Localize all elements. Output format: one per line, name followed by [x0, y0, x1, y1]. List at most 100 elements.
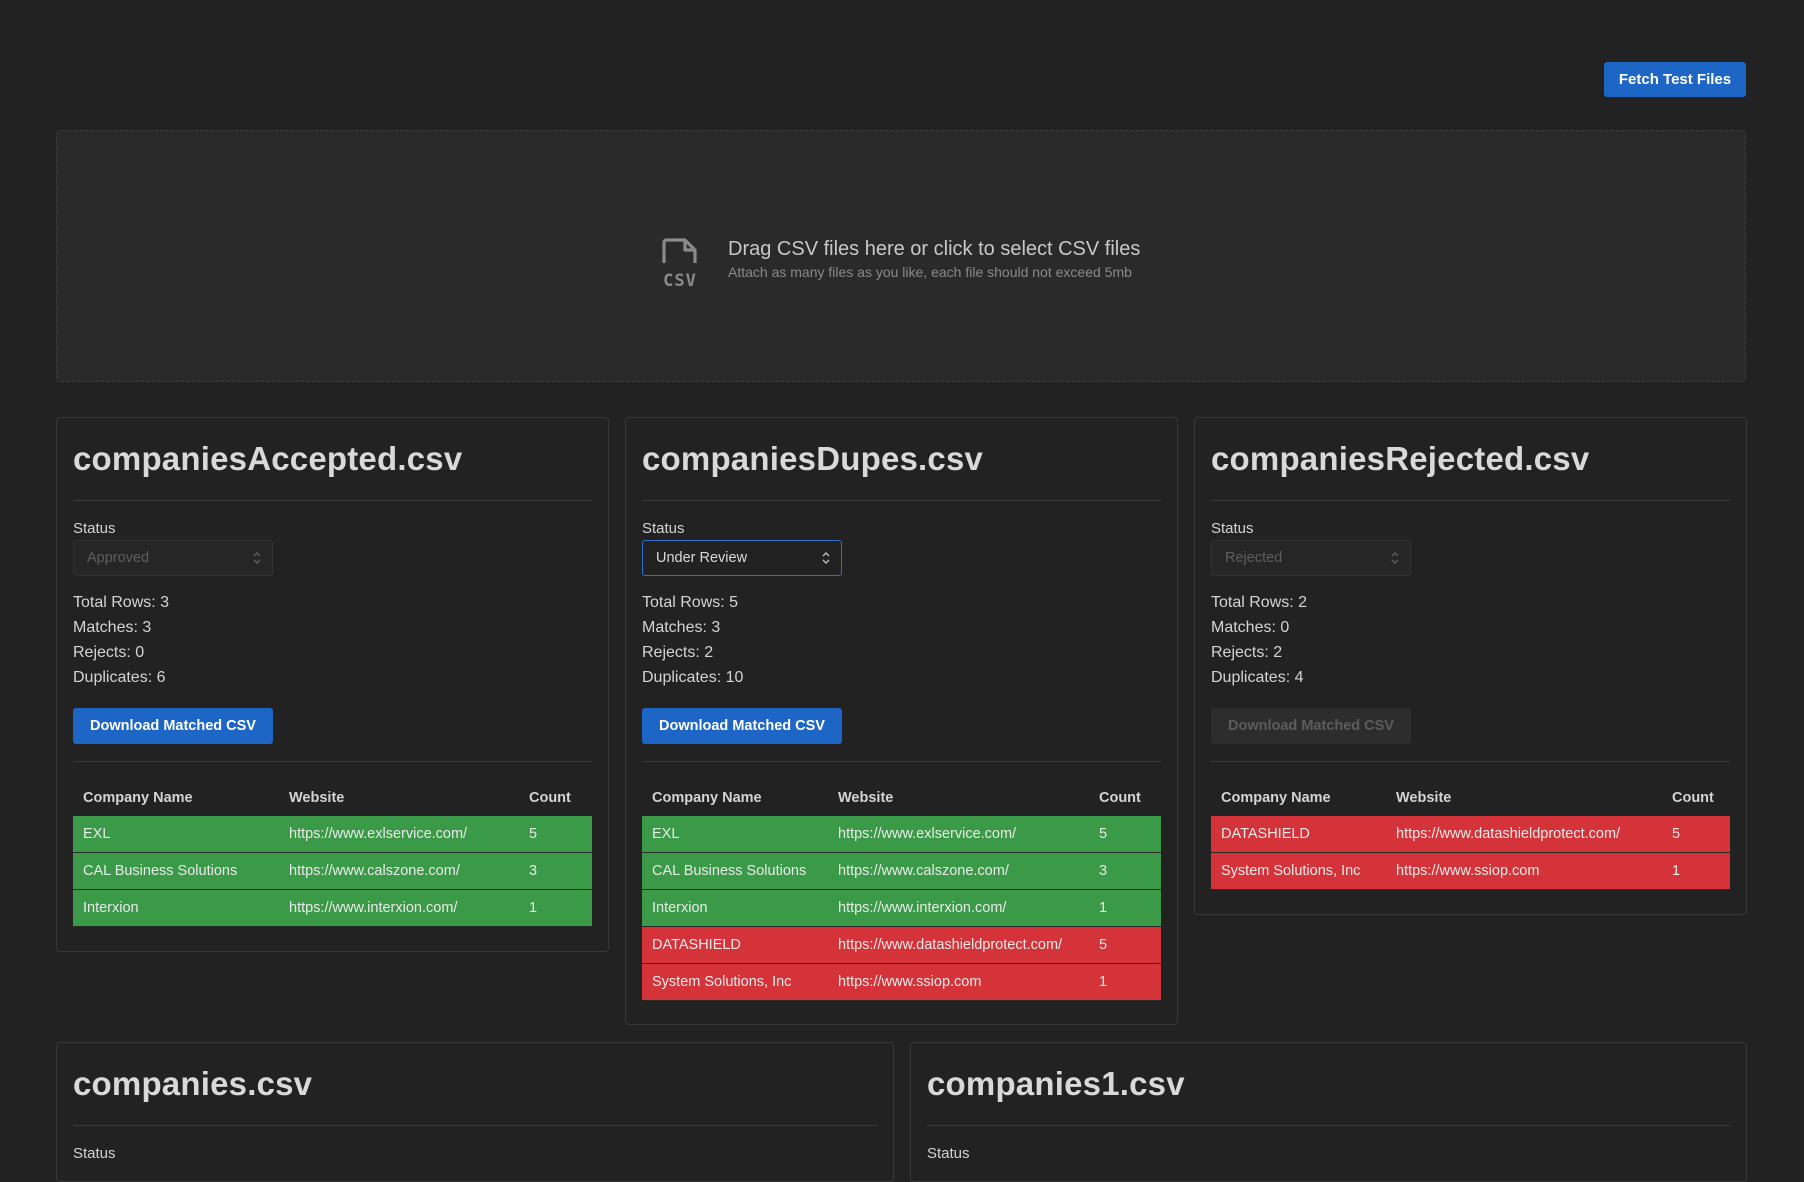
cell-company: Interxion — [642, 889, 828, 927]
file-card-companies-dupes: companiesDupes.csv Status Under Review T… — [625, 417, 1178, 1025]
cell-company: CAL Business Solutions — [73, 852, 279, 890]
divider — [73, 761, 592, 762]
cell-company: EXL — [642, 816, 828, 853]
download-matched-csv-button[interactable]: Download Matched CSV — [73, 708, 273, 744]
divider — [642, 500, 1161, 501]
table-row: System Solutions, Inc https://www.ssiop.… — [1211, 852, 1730, 890]
status-select[interactable]: Under Review — [642, 540, 842, 576]
column-header-website: Website — [1396, 790, 1452, 806]
divider — [73, 1125, 877, 1126]
csv-file-icon: CSV — [662, 238, 697, 289]
cell-website: https://www.exlservice.com/ — [828, 816, 1089, 853]
file-title: companiesDupes.csv — [642, 440, 984, 477]
cell-website: https://www.exlservice.com/ — [279, 816, 519, 853]
stat-rejects: Rejects: 2 — [642, 644, 714, 661]
companies-table: Company Name Website Count DATASHIELD ht… — [1211, 780, 1730, 890]
cell-website: https://www.ssiop.com — [828, 963, 1089, 1001]
table-row: CAL Business Solutions https://www.calsz… — [642, 852, 1161, 890]
column-header-website: Website — [838, 790, 894, 806]
cell-website: https://www.ssiop.com — [1386, 852, 1662, 890]
divider — [927, 1125, 1730, 1126]
status-label: Status — [1211, 520, 1254, 537]
download-matched-csv-button[interactable]: Download Matched CSV — [642, 708, 842, 744]
column-header-count: Count — [529, 790, 571, 806]
file-stats: Total Rows: 5 Matches: 3 Rejects: 2 Dupl… — [642, 590, 743, 690]
cell-count: 3 — [519, 852, 592, 890]
cell-count: 5 — [1089, 816, 1161, 853]
cell-company: CAL Business Solutions — [642, 852, 828, 890]
column-header-count: Count — [1672, 790, 1714, 806]
column-header-count: Count — [1099, 790, 1141, 806]
file-title: companiesAccepted.csv — [73, 440, 463, 477]
status-value: Rejected — [1225, 550, 1283, 566]
divider — [642, 761, 1161, 762]
chevron-up-down-icon — [253, 552, 261, 564]
cell-count: 5 — [519, 816, 592, 853]
table-row: System Solutions, Inc https://www.ssiop.… — [642, 963, 1161, 1001]
cell-website: https://www.datashieldprotect.com/ — [828, 926, 1089, 964]
column-header-company: Company Name — [1221, 790, 1331, 806]
cell-website: https://www.calszone.com/ — [828, 852, 1089, 890]
file-card-companies: companies.csv Status — [56, 1042, 894, 1182]
cell-count: 3 — [1089, 852, 1161, 890]
stat-duplicates: Duplicates: 6 — [73, 669, 166, 686]
cell-company: DATASHIELD — [1211, 816, 1386, 853]
table-row: EXL https://www.exlservice.com/ 5 — [73, 816, 592, 853]
cell-company: Interxion — [73, 889, 279, 927]
cell-website: https://www.calszone.com/ — [279, 852, 519, 890]
chevron-up-down-icon — [1391, 552, 1399, 564]
table-header-row: Company Name Website Count — [1211, 780, 1730, 816]
cell-company: EXL — [73, 816, 279, 853]
cell-count: 5 — [1662, 816, 1730, 853]
status-select[interactable]: Rejected — [1211, 540, 1411, 576]
csv-dropzone[interactable]: CSV Drag CSV files here or click to sele… — [56, 130, 1746, 382]
cell-company: DATASHIELD — [642, 926, 828, 964]
file-title: companiesRejected.csv — [1211, 440, 1590, 477]
column-header-website: Website — [289, 790, 345, 806]
dropzone-content: CSV Drag CSV files here or click to sele… — [657, 235, 1140, 289]
status-label: Status — [927, 1145, 970, 1162]
cell-count: 1 — [1089, 963, 1161, 1001]
cell-website: https://www.interxion.com/ — [828, 889, 1089, 927]
stat-matches: Matches: 3 — [73, 619, 152, 636]
table-row: Interxion https://www.interxion.com/ 1 — [642, 889, 1161, 927]
divider — [73, 500, 592, 501]
stat-duplicates: Duplicates: 4 — [1211, 669, 1304, 686]
cell-company: System Solutions, Inc — [1211, 852, 1386, 890]
stat-matches: Matches: 0 — [1211, 619, 1290, 636]
divider — [1211, 761, 1730, 762]
file-card-companies1: companies1.csv Status — [910, 1042, 1747, 1182]
cell-count: 1 — [1089, 889, 1161, 927]
file-stats: Total Rows: 3 Matches: 3 Rejects: 0 Dupl… — [73, 590, 169, 690]
stat-rejects: Rejects: 2 — [1211, 644, 1283, 661]
cell-count: 1 — [519, 889, 592, 927]
table-row: EXL https://www.exlservice.com/ 5 — [642, 816, 1161, 853]
chevron-up-down-icon — [822, 552, 830, 564]
dropzone-texts: Drag CSV files here or click to select C… — [728, 235, 1140, 281]
stat-matches: Matches: 3 — [642, 619, 721, 636]
companies-table: Company Name Website Count EXL https://w… — [642, 780, 1161, 1001]
stat-total-rows: Total Rows: 3 — [73, 594, 170, 611]
status-label: Status — [73, 1145, 116, 1162]
column-header-company: Company Name — [652, 790, 762, 806]
column-header-company: Company Name — [83, 790, 193, 806]
download-matched-csv-button[interactable]: Download Matched CSV — [1211, 708, 1411, 744]
stat-total-rows: Total Rows: 2 — [1211, 594, 1308, 611]
companies-table: Company Name Website Count EXL https://w… — [73, 780, 592, 927]
table-row: Interxion https://www.interxion.com/ 1 — [73, 889, 592, 927]
stat-total-rows: Total Rows: 5 — [642, 594, 739, 611]
status-label: Status — [73, 520, 116, 537]
file-title: companies1.csv — [927, 1065, 1185, 1102]
table-header-row: Company Name Website Count — [642, 780, 1161, 816]
fetch-test-files-button[interactable]: Fetch Test Files — [1604, 62, 1746, 97]
status-select[interactable]: Approved — [73, 540, 273, 576]
stat-duplicates: Duplicates: 10 — [642, 669, 744, 686]
file-card-companies-accepted: companiesAccepted.csv Status Approved To… — [56, 417, 609, 952]
status-value: Approved — [87, 550, 150, 566]
cell-count: 5 — [1089, 926, 1161, 964]
cell-website: https://www.interxion.com/ — [279, 889, 519, 927]
stat-rejects: Rejects: 0 — [73, 644, 145, 661]
file-stats: Total Rows: 2 Matches: 0 Rejects: 2 Dupl… — [1211, 590, 1307, 690]
svg-text:CSV: CSV — [663, 271, 697, 289]
dropzone-subtitle: Attach as many files as you like, each f… — [728, 264, 1132, 280]
